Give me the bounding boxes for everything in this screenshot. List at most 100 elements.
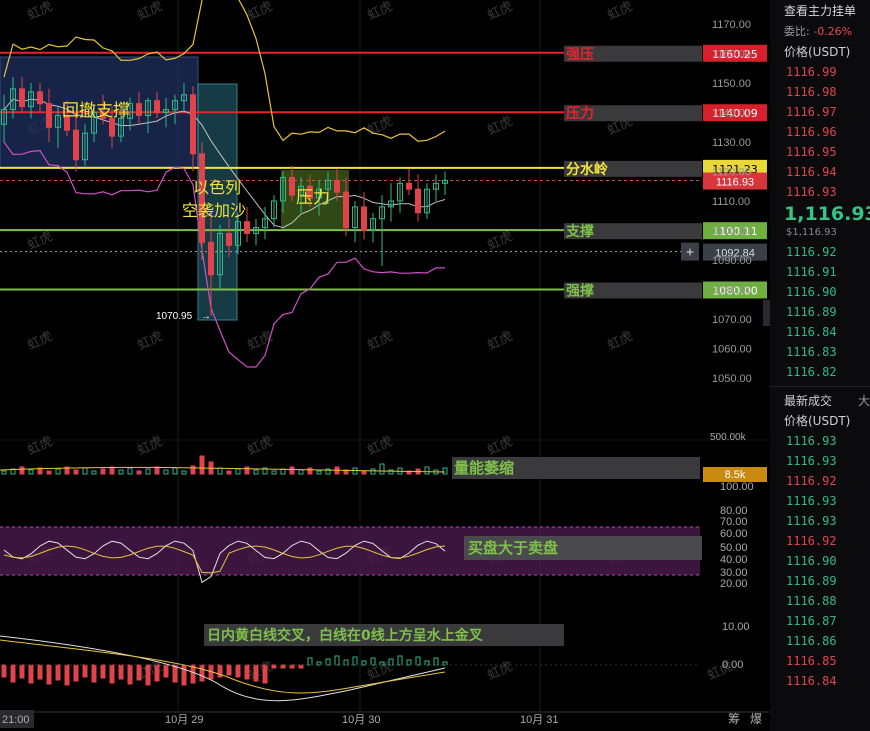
price-tick: 1050.00 [712,373,752,385]
volume-bar [289,466,295,475]
trade-price: 1116.92 [786,534,837,548]
ask-price[interactable]: 1116.97 [770,102,870,122]
price-tick: 1160.00 [712,49,751,61]
volume-shrink-label: 量能萎缩 [454,459,514,477]
trade-price: 1116.86 [786,634,837,648]
trade-price: 1116.93 [786,434,837,448]
bid-price[interactable]: 1116.89 [770,302,870,322]
macd-tick: 0.00 [722,659,743,671]
trade-price: 1116.85 [786,654,837,668]
macd-bar [154,664,160,682]
retrace-support-label: 回撤支撑 [62,101,130,121]
trade-price: 1116.84 [786,674,837,688]
ask-price[interactable]: 1116.94 [770,162,870,182]
bid-price[interactable]: 1116.92 [770,242,870,262]
volume-bar [154,466,160,475]
macd-bar [172,664,178,683]
macd-tick: 10.00 [722,621,750,633]
trades-label: 最新成交 [784,394,833,408]
order-book-header[interactable]: 查看主力挂单 [770,0,870,22]
candle-body [37,91,43,105]
macd-bar [55,664,61,681]
rsi-tick: 40.00 [720,554,748,566]
time-tick: 10月 29 [165,714,204,726]
ask-price[interactable]: 1116.95 [770,142,870,162]
candle-body [46,103,52,128]
trade-price: 1116.89 [786,574,837,588]
bid-ask-ratio: 委比: -0.26% [770,22,870,42]
candle-body [334,179,340,193]
price-chart[interactable]: 虹虎 虹虎 虹虎 虹虎 虹虎 虹虎虹虎 虹虎 虹虎虹虎 虹虎虹虎 虹虎 虹虎 虹虎 虹虎 虹虎虹虎 虹虎 虹虎… [0,0,770,731]
candle-body [109,117,115,137]
candle-body [289,176,295,196]
trade-price: 1116.93 [786,514,837,528]
ask-price[interactable]: 1116.93 [770,182,870,202]
bid-price[interactable]: 1116.82 [770,362,870,382]
macd-bar [10,664,16,683]
trade-price: 1116.87 [786,614,837,628]
rsi-tick: 100.00 [720,481,754,493]
trade-price: 1116.90 [786,554,837,568]
bid-price[interactable]: 1116.83 [770,342,870,362]
level-name: 强撑 [566,283,594,300]
macd-bar [73,664,79,682]
time-tick: 21:00 [2,714,30,726]
price-tick: 1130.00 [712,137,751,149]
bid-price[interactable]: 1116.90 [770,282,870,302]
order-book-panel: 查看主力挂单 委比: -0.26% 价格(USDT) 1116.99 1116.9… [770,0,870,731]
macd-bar [64,664,70,686]
pressure-box-label: 压力 [296,188,330,208]
candle-body [361,206,367,231]
ask-price[interactable]: 1116.99 [770,62,870,82]
macd-bar [145,664,151,686]
candle-body [154,100,160,113]
level-name: 压力 [566,105,594,122]
time-tick: 10月 30 [342,714,381,726]
ratio-value: -0.26% [813,25,853,38]
footer-right: 爆 [750,712,762,726]
trade-price: 1116.93 [786,454,837,468]
candle-body [226,232,232,246]
price-tick: 1070.00 [712,314,752,326]
volume-bar [109,466,115,475]
candle-body [190,94,196,155]
volume-tick: 500.00k [710,432,747,443]
candle-body [208,241,214,276]
price-tick: 1150.00 [712,78,751,90]
trade-price: 1116.93 [786,494,837,508]
footer-left: 筹 [728,712,740,726]
candle-body [199,153,205,243]
price-tick: 1060.00 [712,344,752,356]
ask-price[interactable]: 1116.96 [770,122,870,142]
price-column-label: 价格(USDT) [784,45,851,59]
macd-bar [82,664,88,678]
trades-header[interactable]: 最新成交 大 [770,391,870,411]
volume-bar [19,466,25,475]
ask-price[interactable]: 1116.98 [770,82,870,102]
last-price-usd: $1,116.93 [786,227,837,238]
level-name: 支撑 [565,223,594,240]
macd-bar [37,664,43,680]
bid-price[interactable]: 1116.84 [770,322,870,342]
candle-body [343,191,349,229]
rsi-tick: 20.00 [720,578,748,590]
macd-bar [226,664,232,676]
volume-bar [46,470,52,475]
macd-bar [127,664,133,685]
macd-bar [91,664,97,683]
bid-price[interactable]: 1116.91 [770,262,870,282]
macd-bar [109,664,115,684]
low-marker-arrow: → [201,311,211,322]
trades-size-label: 大 [857,394,870,408]
macd-bar [199,664,205,682]
ask-list: 1116.99 1116.98 1116.97 1116.96 1116.95 1116.… [770,62,870,202]
candle-body [406,182,412,190]
macd-bar [253,664,259,682]
candle-body [244,221,250,234]
macd-bar [19,664,25,679]
volume-bar [100,468,106,475]
trade-price: 1116.92 [786,474,837,488]
price-tick: 1080.00 [712,285,752,297]
rsi-tick: 70.00 [720,516,748,528]
volume-bar [199,455,205,475]
